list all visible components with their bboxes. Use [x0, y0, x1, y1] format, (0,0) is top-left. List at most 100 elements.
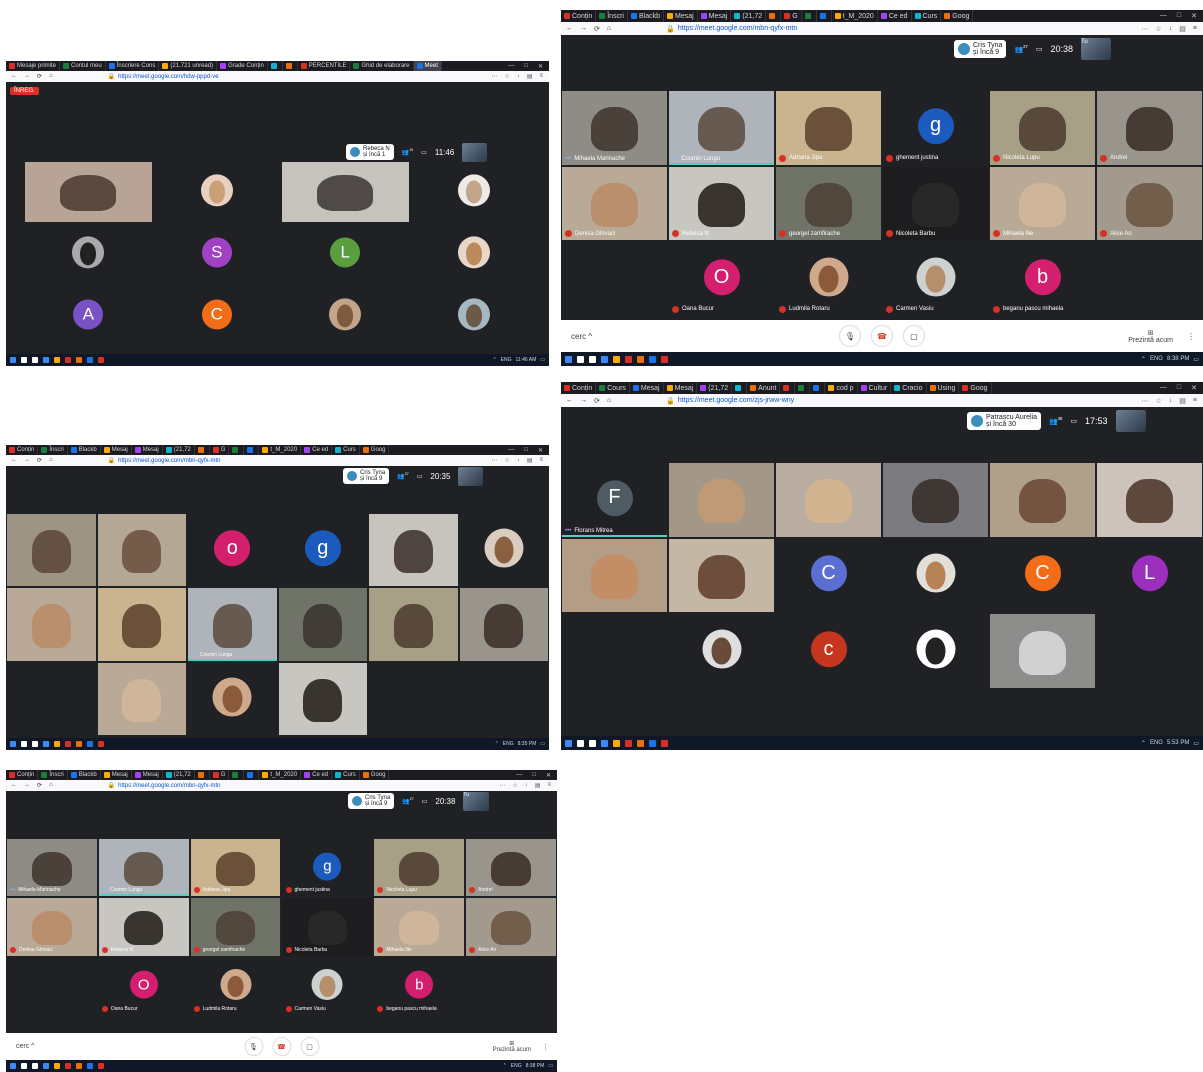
browser-tab[interactable]: (21,72 — [163, 445, 195, 455]
browser-tab[interactable] — [244, 445, 260, 455]
back-arrow-icon[interactable]: ← — [11, 457, 17, 464]
library-icon[interactable]: ▤ — [527, 457, 533, 464]
chat-icon[interactable]: ▭ — [1070, 417, 1077, 425]
menu-icon[interactable]: ≡ — [539, 73, 543, 80]
participant-tile[interactable]: O Oana Bucur — [98, 957, 189, 1015]
browser-tab[interactable] — [795, 382, 811, 394]
participant-tile[interactable]: Carmen Vasiu — [282, 957, 373, 1015]
mail-icon[interactable] — [87, 357, 93, 363]
start-icon[interactable] — [10, 741, 16, 747]
participants-count[interactable]: 👥27 — [402, 797, 413, 805]
address-bar[interactable]: 🔒 https://meet.google.com/hdw-pppd-ve — [108, 73, 492, 81]
back-arrow-icon[interactable]: ← — [11, 782, 17, 789]
chat-icon[interactable]: ▭ — [417, 473, 423, 480]
participant-tile[interactable]: Ludmila Rotaru — [190, 957, 281, 1015]
notifications-icon[interactable]: ▭ — [1193, 740, 1199, 747]
browser-tab[interactable] — [283, 61, 298, 71]
url-text[interactable]: https://meet.google.com/hdw-pppd-ve — [118, 74, 218, 80]
browser-tab[interactable]: Anunt — [747, 382, 781, 394]
start-icon[interactable] — [10, 1063, 16, 1069]
bookmark-star-icon[interactable]: ☆ — [512, 782, 517, 789]
participant-tile[interactable]: A — [25, 286, 152, 346]
chat-icon[interactable]: ▭ — [422, 798, 428, 805]
browser-tab[interactable]: G — [781, 10, 802, 22]
notifications-icon[interactable]: ▭ — [1193, 356, 1199, 363]
forward-arrow-icon[interactable]: → — [24, 782, 30, 789]
participant-tile[interactable]: Denisa Ghivaci — [7, 898, 97, 956]
participant-tile[interactable]: g ghement justina — [883, 91, 988, 165]
more-options-icon[interactable]: ••• — [565, 156, 571, 162]
close-icon[interactable]: ✕ — [1191, 12, 1197, 20]
participant-tile[interactable] — [153, 162, 280, 222]
close-icon[interactable]: ✕ — [546, 772, 551, 779]
minimize-icon[interactable]: — — [1160, 12, 1167, 20]
edge-icon[interactable] — [601, 355, 608, 363]
browser-tab[interactable]: Meet — [413, 61, 442, 71]
office-icon[interactable] — [65, 1063, 71, 1069]
browser-tab[interactable]: cod p — [825, 382, 858, 394]
participant-tile[interactable] — [410, 286, 537, 346]
address-bar[interactable]: 🔒 https://meet.google.com/mbn-qyfx-mtn — [666, 25, 1141, 33]
close-icon[interactable]: ✕ — [538, 447, 543, 454]
browser-tab[interactable]: Mesaje primite — [6, 61, 61, 71]
participant-tile[interactable] — [25, 162, 152, 222]
meeting-details-toggle[interactable]: cerc ^ — [571, 332, 592, 341]
participant-tile[interactable]: ••• Mihaela Marinache — [7, 839, 97, 897]
home-icon[interactable]: ⌂ — [607, 397, 611, 405]
browser-tab[interactable]: Înscri — [38, 770, 68, 780]
back-arrow-icon[interactable]: ← — [566, 25, 573, 33]
microphone-icon[interactable]: 🎙 — [244, 1037, 263, 1056]
browser-tab[interactable] — [780, 382, 796, 394]
start-icon[interactable] — [565, 355, 572, 363]
folder-icon[interactable] — [613, 739, 620, 747]
participant-tile[interactable]: b beganu pascu mihaela — [374, 957, 465, 1015]
participant-tile[interactable]: Adriana Jipa — [190, 839, 281, 897]
notifications-icon[interactable]: ▭ — [540, 357, 545, 363]
participant-tile[interactable]: ••• Cosmin Lungu — [669, 91, 774, 165]
url-text[interactable]: https://meet.google.com/zjs-jrww-wny — [678, 397, 794, 404]
participant-tile[interactable] — [25, 224, 152, 284]
browser-tab[interactable]: Conțin — [6, 445, 39, 455]
maximize-icon[interactable]: □ — [524, 447, 528, 454]
minimize-icon[interactable]: — — [508, 447, 514, 454]
participant-tile[interactable] — [669, 614, 774, 688]
participant-tile[interactable] — [278, 662, 367, 735]
browser-tab[interactable]: Ce ed — [301, 770, 333, 780]
browser-tab[interactable]: Mesaj — [664, 10, 698, 22]
browser-tab[interactable]: Curs — [332, 770, 360, 780]
participant-tile[interactable]: Adriana Jipa — [776, 91, 881, 165]
presenter-chip[interactable]: Rebeca Nși încă 1 — [346, 144, 394, 161]
back-arrow-icon[interactable]: ← — [566, 397, 573, 405]
participants-count[interactable]: 👥48 — [1049, 416, 1062, 425]
participant-tile[interactable] — [669, 538, 774, 613]
office-icon[interactable] — [65, 357, 71, 363]
browser-tab[interactable]: Mesaj — [630, 382, 664, 394]
browser-tab[interactable]: G — [210, 770, 230, 780]
library-icon[interactable]: ▤ — [535, 782, 541, 789]
url-text[interactable]: https://meet.google.com/mbn-qyfx-mtn — [678, 25, 797, 32]
more-icon[interactable]: ⋯ — [491, 73, 497, 80]
participant-tile[interactable] — [410, 224, 537, 284]
browser-tab[interactable] — [732, 382, 748, 394]
browser-tab[interactable]: Grade Conțin — [217, 61, 268, 71]
reload-icon[interactable]: ⟳ — [37, 457, 42, 464]
office-icon[interactable] — [625, 355, 632, 363]
participant-tile[interactable]: L — [1097, 538, 1202, 613]
close-icon[interactable]: ✕ — [538, 63, 543, 70]
download-icon[interactable]: ↓ — [1169, 25, 1173, 33]
hang-up-icon[interactable]: ☎ — [871, 325, 893, 347]
hang-up-icon[interactable]: ☎ — [272, 1037, 291, 1056]
maximize-icon[interactable]: □ — [524, 63, 528, 70]
participant-tile[interactable]: Denisa Ghivaci — [562, 166, 667, 241]
participant-tile[interactable]: Carmen Vasiu — [883, 242, 988, 316]
notifications-icon[interactable]: ▭ — [540, 741, 545, 747]
firefox-icon[interactable] — [76, 741, 82, 747]
edge-icon[interactable] — [43, 741, 49, 747]
library-icon[interactable]: ▤ — [527, 73, 533, 80]
participant-tile[interactable] — [990, 614, 1095, 688]
maximize-icon[interactable]: □ — [532, 772, 536, 779]
firefox-icon[interactable] — [76, 1063, 82, 1069]
browser-tab[interactable]: t_M_2020 — [259, 445, 302, 455]
browser-tab[interactable]: Cultur — [858, 382, 892, 394]
browser-tab[interactable] — [817, 10, 832, 22]
